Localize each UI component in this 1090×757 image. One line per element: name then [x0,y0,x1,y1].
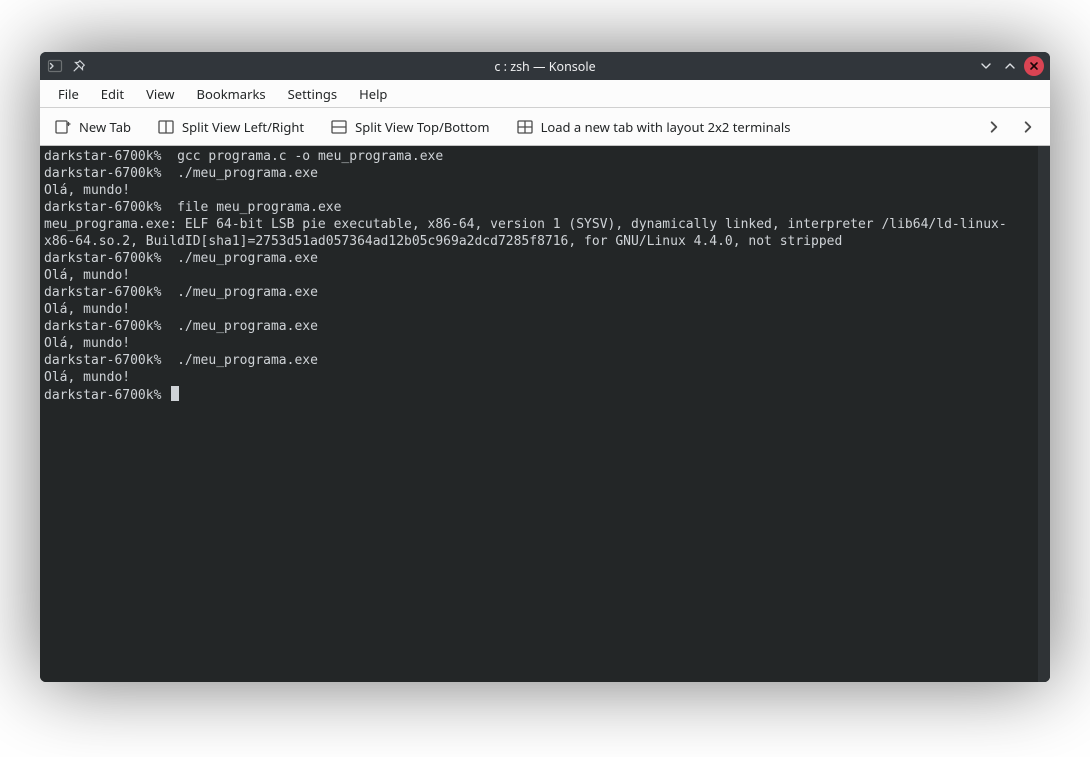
split-lr-label: Split View Left/Right [182,118,304,136]
window-title: c : zsh — Konsole [40,58,1050,75]
cursor [171,386,179,401]
terminal-line: darkstar-6700k% ./meu_programa.exe [44,284,1034,301]
minimize-button[interactable] [976,56,996,76]
terminal[interactable]: darkstar-6700k% gcc programa.c -o meu_pr… [40,146,1038,682]
split-left-right-button[interactable]: Split View Left/Right [153,114,308,140]
menu-help[interactable]: Help [349,81,397,107]
menubar: File Edit View Bookmarks Settings Help [40,80,1050,108]
konsole-window: c : zsh — Konsole File Edit View Bookmar… [40,52,1050,682]
new-tab-button[interactable]: New Tab [50,114,135,140]
terminal-line: Olá, mundo! [44,182,1034,199]
load-layout-button[interactable]: Load a new tab with layout 2x2 terminals [512,114,795,140]
close-button[interactable] [1024,56,1044,76]
menu-bookmarks[interactable]: Bookmarks [187,81,276,107]
toolbar-overflow-icon[interactable] [1020,119,1036,135]
titlebar[interactable]: c : zsh — Konsole [40,52,1050,80]
terminal-line: darkstar-6700k% ./meu_programa.exe [44,352,1034,369]
terminal-line: darkstar-6700k% ./meu_programa.exe [44,250,1034,267]
terminal-line: Olá, mundo! [44,301,1034,318]
terminal-line: Olá, mundo! [44,335,1034,352]
terminal-line: darkstar-6700k% gcc programa.c -o meu_pr… [44,148,1034,165]
menu-settings[interactable]: Settings [278,81,347,107]
new-tab-icon [54,118,72,136]
split-lr-icon [157,118,175,136]
terminal-line: darkstar-6700k% ./meu_programa.exe [44,318,1034,335]
terminal-line: darkstar-6700k% ./meu_programa.exe [44,165,1034,182]
pin-icon[interactable] [70,57,88,75]
terminal-line: Olá, mundo! [44,369,1034,386]
toolbar-prev-icon[interactable] [986,119,1002,135]
split-top-bottom-button[interactable]: Split View Top/Bottom [326,114,493,140]
terminal-line: Olá, mundo! [44,267,1034,284]
app-menu-icon[interactable] [46,57,64,75]
menu-view[interactable]: View [136,81,184,107]
menu-edit[interactable]: Edit [91,81,134,107]
new-tab-label: New Tab [79,118,131,136]
maximize-button[interactable] [1000,56,1020,76]
load-layout-label: Load a new tab with layout 2x2 terminals [541,118,791,136]
terminal-line: darkstar-6700k% file meu_programa.exe [44,199,1034,216]
terminal-line: darkstar-6700k% [44,386,1034,404]
split-tb-icon [330,118,348,136]
scrollbar[interactable] [1038,146,1050,682]
terminal-area: darkstar-6700k% gcc programa.c -o meu_pr… [40,146,1050,682]
grid-2x2-icon [516,118,534,136]
menu-file[interactable]: File [48,81,89,107]
split-tb-label: Split View Top/Bottom [355,118,489,136]
terminal-line: meu_programa.exe: ELF 64-bit LSB pie exe… [44,216,1034,250]
toolbar: New Tab Split View Left/Right [40,108,1050,146]
